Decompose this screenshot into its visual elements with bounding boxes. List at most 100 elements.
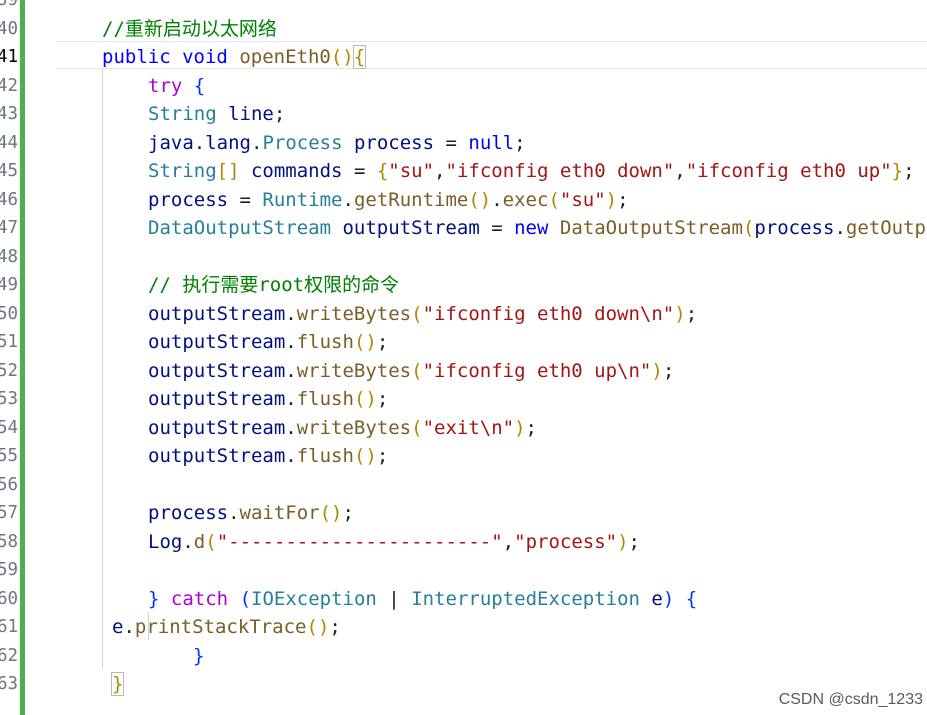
- line-number: 49: [0, 275, 19, 295]
- code-token: e: [112, 616, 124, 638]
- code-line[interactable]: }: [110, 670, 125, 699]
- code-token: process: [754, 217, 835, 239]
- line-number: 39: [0, 0, 19, 10]
- code-token: .: [342, 188, 354, 211]
- code-token: .: [250, 131, 263, 154]
- line-number: 43: [0, 104, 19, 124]
- code-token: IOException: [251, 587, 377, 610]
- code-token: .: [285, 302, 297, 325]
- code-token: ,: [674, 160, 686, 182]
- code-token: getRuntime: [353, 188, 469, 211]
- code-token: public: [102, 46, 171, 68]
- code-token: process: [148, 188, 229, 211]
- code-line[interactable]: outputStream.flush();: [148, 385, 388, 414]
- code-token: outputStream: [148, 416, 286, 439]
- code-token: waitFor: [239, 502, 320, 524]
- code-line[interactable]: String[] commands = {"su","ifconfig eth0…: [148, 157, 915, 186]
- code-token: ;: [662, 359, 675, 382]
- code-token: Process: [262, 131, 343, 154]
- line-number: 40: [0, 18, 19, 39]
- code-token: getOutputStream: [845, 217, 927, 239]
- code-token: ;: [685, 302, 698, 325]
- code-token: "ifconfig eth0 up\n": [422, 359, 652, 382]
- line-number: 54: [0, 417, 19, 438]
- code-token: writeBytes: [296, 416, 412, 439]
- code-line[interactable]: process = Runtime.getRuntime().exec("su"…: [148, 186, 629, 215]
- code-editor[interactable]: 39 40 41 42 43 44 45 46 47 48 49 50 51 52 53 54 55 56 57 58…: [0, 0, 927, 715]
- code-token: "ifconfig eth0 down\n": [422, 302, 675, 325]
- code-token: writeBytes: [296, 359, 412, 382]
- code-line[interactable]: outputStream.writeBytes("exit\n");: [148, 414, 537, 443]
- code-token: .: [228, 502, 240, 524]
- code-line[interactable]: }: [193, 642, 204, 671]
- code-token: d: [193, 530, 206, 553]
- code-token: .: [285, 416, 297, 439]
- code-line[interactable]: public void openEth0(){: [102, 43, 367, 72]
- code-line[interactable]: outputStream.flush();: [148, 328, 388, 357]
- code-token: catch: [170, 587, 229, 610]
- code-token: process: [353, 131, 435, 154]
- line-number: 53: [0, 389, 19, 409]
- code-line[interactable]: java.lang.Process process = null;: [148, 129, 526, 158]
- code-line[interactable]: // 执行需要root权限的命令: [148, 271, 399, 300]
- code-line[interactable]: try {: [148, 72, 205, 101]
- code-token: }: [891, 160, 904, 182]
- line-number: 60: [0, 588, 19, 609]
- code-token: Log: [148, 530, 183, 553]
- line-number: 44: [0, 132, 19, 153]
- code-token: ): [605, 188, 618, 211]
- code-token: flush: [296, 388, 354, 410]
- code-token: openEth0: [239, 46, 331, 68]
- line-number: 58: [0, 531, 19, 552]
- code-token: .: [193, 131, 206, 154]
- code-token: {: [685, 587, 698, 610]
- code-token: outputStream: [148, 388, 286, 410]
- code-token: commands: [250, 160, 343, 182]
- code-token: ;: [376, 445, 389, 467]
- code-token: try: [148, 74, 183, 97]
- code-line[interactable]: //重新启动以太网络: [102, 15, 277, 44]
- code-token: process: [148, 502, 229, 524]
- code-token: String: [148, 160, 217, 182]
- code-line[interactable]: outputStream.writeBytes("ifconfig eth0 d…: [148, 300, 697, 329]
- code-token: (): [330, 46, 354, 68]
- code-token: (: [548, 188, 560, 211]
- code-line[interactable]: String line;: [148, 100, 285, 129]
- code-token: {: [352, 45, 367, 69]
- code-token: ;: [376, 388, 389, 410]
- code-line[interactable]: outputStream.writeBytes("ifconfig eth0 u…: [148, 357, 674, 386]
- code-token: (): [353, 331, 377, 353]
- code-line[interactable]: process.waitFor();: [148, 499, 354, 528]
- code-token: .: [285, 388, 297, 410]
- code-token: ;: [514, 131, 526, 154]
- code-token: (: [411, 416, 423, 439]
- line-number: 42: [0, 75, 19, 96]
- line-number: 51: [0, 332, 19, 352]
- code-line[interactable]: outputStream.flush();: [148, 442, 388, 471]
- code-token: (): [468, 188, 492, 211]
- code-token: exec: [502, 188, 549, 211]
- code-token: {: [193, 74, 206, 97]
- code-line[interactable]: Log.d("-----------------------","process…: [148, 528, 640, 557]
- code-line[interactable]: } catch (IOException | InterruptedExcept…: [148, 585, 697, 614]
- code-token: outputStream: [342, 217, 480, 239]
- code-token: (): [306, 616, 330, 638]
- line-number: 47: [0, 218, 19, 238]
- code-token: .: [834, 217, 846, 239]
- code-token: .: [285, 331, 297, 353]
- code-line[interactable]: e.printStackTrace();: [112, 613, 341, 642]
- code-token: "exit\n": [422, 416, 515, 439]
- code-token: ,: [434, 160, 446, 182]
- code-token: InterruptedException: [411, 587, 640, 610]
- code-line[interactable]: DataOutputStream outputStream = new Data…: [148, 214, 927, 243]
- line-number-gutter: 39 40 41 42 43 44 45 46 47 48 49 50 51 52 53 54 55 56 57 58…: [0, 0, 20, 715]
- line-number: 46: [0, 189, 19, 210]
- code-token: "-----------------------": [216, 530, 503, 553]
